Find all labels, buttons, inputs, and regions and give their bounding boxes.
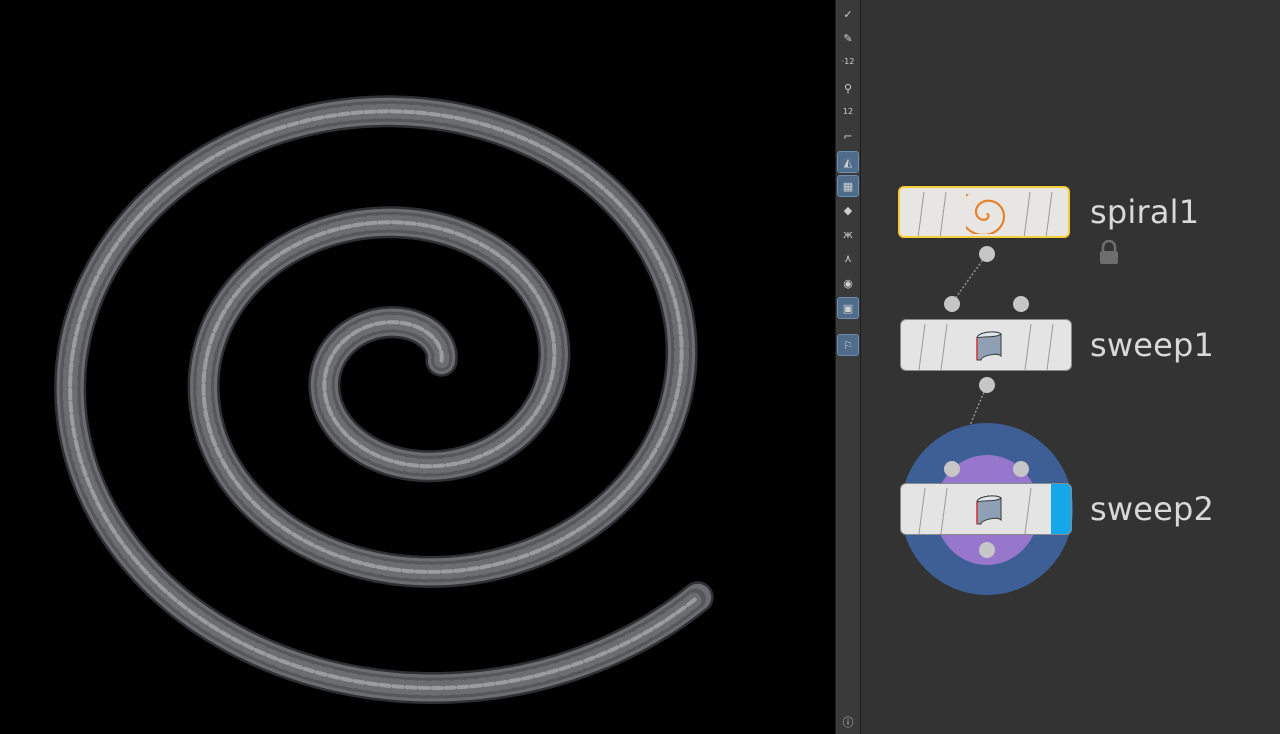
- corner-icon[interactable]: ⌐: [838, 126, 858, 146]
- lock-icon[interactable]: [1098, 240, 1120, 266]
- spiral-rope-render: [54, 95, 714, 704]
- node-label-spiral1: spiral1: [1090, 193, 1200, 231]
- node-label-sweep1: sweep1: [1090, 326, 1215, 364]
- sweep1-input-port-right[interactable]: [1013, 296, 1029, 312]
- sweep1-output-port[interactable]: [979, 377, 995, 393]
- node-sweep1[interactable]: [900, 319, 1072, 371]
- node-sweep2[interactable]: [900, 483, 1072, 535]
- node-network-editor[interactable]: spiral1 sweep1 sweep2: [861, 0, 1280, 734]
- shading-icon[interactable]: ◭: [837, 151, 859, 173]
- sweep-icon: [976, 331, 1002, 361]
- primitive-numbers-icon[interactable]: 12: [838, 102, 858, 122]
- circle-stop-icon[interactable]: ◉: [838, 273, 858, 293]
- scene-viewport[interactable]: [0, 0, 835, 734]
- sweep1-input-port-left[interactable]: [944, 296, 960, 312]
- axis-icon[interactable]: ⋏: [838, 248, 858, 268]
- butterfly-icon[interactable]: ж: [838, 224, 858, 244]
- node-label-sweep2: sweep2: [1090, 490, 1215, 528]
- brush-icon[interactable]: ✓: [838, 4, 858, 24]
- display-flag[interactable]: [1051, 484, 1071, 534]
- spiral1-output-port[interactable]: [979, 246, 995, 262]
- image-icon[interactable]: ▣: [837, 297, 859, 319]
- sweep2-input-port-left[interactable]: [944, 461, 960, 477]
- sweep-icon: [976, 495, 1002, 525]
- sweep2-input-port-right[interactable]: [1013, 461, 1029, 477]
- checker-icon[interactable]: ▦: [837, 175, 859, 197]
- spiral-icon: [966, 194, 1006, 234]
- viewport-toolbar: ✓ ✎ ·12 ⚲ 12 ⌐ ◭ ▦ ◆ ж ⋏ ◉ ▣ ⚐ ⓘ: [835, 0, 861, 734]
- pin-icon[interactable]: ⚐: [837, 334, 859, 356]
- info-icon[interactable]: ⓘ: [838, 712, 858, 732]
- sweep2-output-port[interactable]: [979, 542, 995, 558]
- wire-spiral1-to-sweep1: [951, 253, 988, 304]
- primitive-icon[interactable]: ⚲: [838, 78, 858, 98]
- point-numbers-icon[interactable]: ·12: [838, 52, 858, 72]
- node-spiral1[interactable]: [898, 186, 1070, 238]
- diamond-icon[interactable]: ◆: [838, 200, 858, 220]
- pen-icon[interactable]: ✎: [838, 28, 858, 48]
